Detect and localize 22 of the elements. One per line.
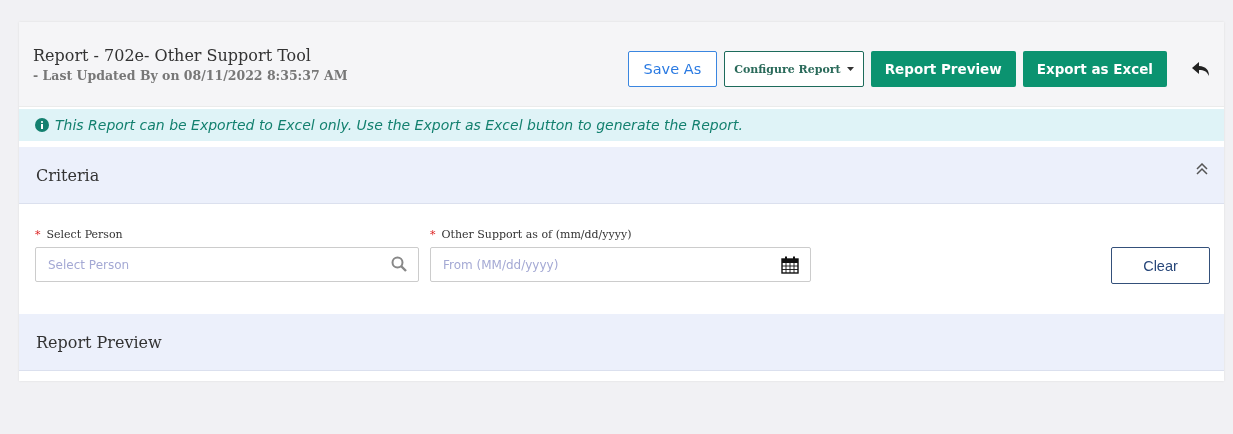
action-button[interactable]: Report Preview	[870, 51, 1016, 87]
calendar-icon[interactable]	[781, 256, 799, 274]
configure-report-dropdown[interactable]: Configure Report	[724, 51, 864, 87]
back-arrow-icon[interactable]	[1192, 61, 1210, 77]
action-button[interactable]: Export as Excel	[1022, 51, 1167, 87]
save-as-button[interactable]: Save As	[627, 51, 718, 87]
search-field[interactable]: Select Person	[35, 247, 419, 282]
required-asterisk: *	[430, 228, 436, 241]
section-title: Criteria	[36, 165, 100, 185]
last-updated-text: - Last Updated By on 08/11/2022 8:35:37 AM	[33, 67, 348, 83]
date-field[interactable]: From (MM/dd/yyyy)	[430, 247, 811, 282]
field-label: Select Person	[46, 228, 123, 241]
required-asterisk: *	[35, 228, 41, 241]
report-title: Report - 702e- Other Support Tool	[33, 45, 312, 65]
section-title: Report Preview	[36, 332, 162, 352]
info-icon	[35, 118, 49, 132]
field-label: Other Support as of (mm/dd/yyyy)	[441, 228, 632, 241]
search-icon	[391, 256, 407, 272]
collapse-icon[interactable]	[1196, 163, 1208, 175]
clear-button[interactable]: Clear	[1111, 247, 1210, 284]
caret-icon	[846, 67, 854, 71]
info-message: This Report can be Exported to Excel only. Use the Export as Excel button to generate the Report.	[55, 117, 743, 133]
